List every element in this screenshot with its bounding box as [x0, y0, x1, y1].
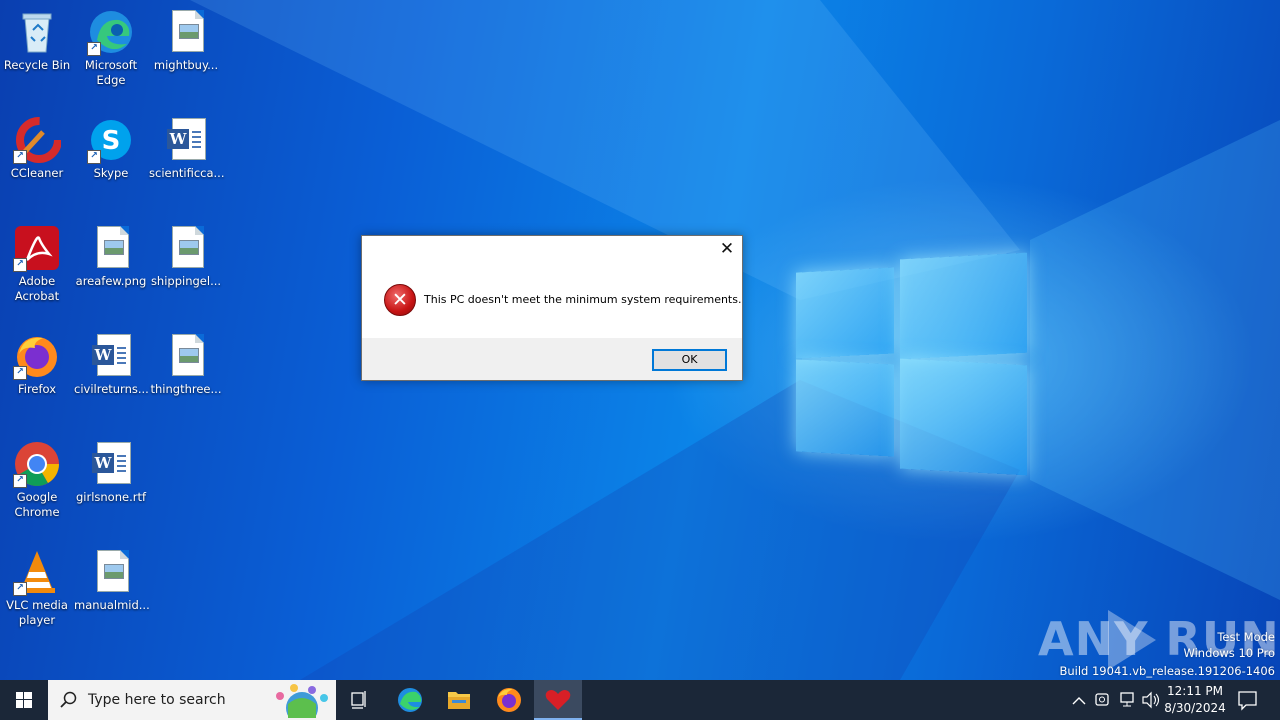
shortcut-arrow-icon: ↗	[13, 366, 27, 380]
tray-volume-button[interactable]	[1140, 680, 1162, 720]
desktop-icon-microsoft-edge[interactable]: ↗ Microsoft Edge	[74, 4, 148, 88]
desktop-icon-scientificca[interactable]: W scientificca...	[149, 112, 225, 181]
desktop-icon-label: Microsoft Edge	[84, 58, 138, 87]
close-button[interactable]: ✕	[716, 238, 738, 260]
file-explorer-icon	[448, 692, 470, 709]
taskbar-file-explorer-button[interactable]	[435, 680, 483, 720]
error-icon: ✕	[384, 284, 416, 316]
taskbar: Type here to search 12:11 PM 8/30/2024	[0, 680, 1280, 720]
ok-button[interactable]: OK	[652, 349, 727, 371]
desktop-icon-label: Firefox	[17, 382, 57, 396]
search-highlight-icon	[276, 684, 328, 718]
image-file-icon	[87, 224, 135, 272]
firefox-icon: ↗	[13, 332, 61, 380]
desktop-icon-mightbuy[interactable]: mightbuy...	[149, 4, 223, 73]
search-icon	[60, 691, 77, 708]
build-label: Build 19041.vb_release.191206-1406	[1059, 664, 1275, 678]
desktop-icon-areafew[interactable]: areafew.png	[74, 220, 148, 289]
shortcut-arrow-icon: ↗	[87, 42, 101, 56]
desktop-icon-label: shippingel...	[150, 274, 222, 288]
desktop-icon-label: Recycle Bin	[3, 58, 71, 72]
desktop-icon-manualmid[interactable]: manualmid...	[74, 544, 150, 613]
network-icon	[1120, 692, 1134, 707]
image-file-icon	[162, 8, 210, 56]
desktop-icon-label: Skype	[93, 166, 129, 180]
show-hidden-icons-button[interactable]	[1068, 680, 1090, 720]
clock-time[interactable]: 12:11 PM	[1160, 684, 1230, 698]
search-placeholder: Type here to search	[88, 692, 226, 708]
desktop-icon-firefox[interactable]: ↗ Firefox	[0, 328, 74, 397]
image-file-icon	[162, 332, 210, 380]
search-box[interactable]: Type here to search	[48, 680, 336, 720]
task-view-button[interactable]	[336, 680, 384, 720]
image-file-icon	[87, 548, 135, 596]
shortcut-arrow-icon: ↗	[87, 150, 101, 164]
desktop-icon-label: manualmid...	[74, 598, 150, 612]
desktop-icon-google-chrome[interactable]: ↗ Google Chrome	[0, 436, 74, 520]
action-center-button[interactable]	[1232, 680, 1280, 720]
edge-icon: ↗	[87, 8, 135, 56]
word-document-icon: W	[87, 440, 135, 488]
shortcut-arrow-icon: ↗	[13, 150, 27, 164]
word-document-icon: W	[87, 332, 135, 380]
test-mode-label: Test Mode	[1217, 630, 1275, 644]
desktop-icon-vlc[interactable]: ↗ VLC media player	[0, 544, 74, 628]
desktop-icon-label: areafew.png	[75, 274, 147, 288]
desktop-icon-adobe-acrobat[interactable]: ↗ Adobe Acrobat	[0, 220, 74, 304]
task-view-icon	[351, 691, 366, 709]
desktop-icon-ccleaner[interactable]: ↗ CCleaner	[0, 112, 74, 181]
recycle-bin-icon	[13, 8, 61, 56]
acrobat-icon: ↗	[13, 224, 61, 272]
desktop-icon-recycle-bin[interactable]: Recycle Bin	[0, 4, 74, 73]
taskbar-active-app-button[interactable]	[534, 680, 582, 720]
tray-network-button[interactable]	[1116, 680, 1138, 720]
desktop-icon-thingthree[interactable]: thingthree...	[149, 328, 223, 397]
shortcut-arrow-icon: ↗	[13, 258, 27, 272]
desktop-icon-label: scientificca...	[149, 166, 225, 180]
ccleaner-icon: ↗	[13, 116, 62, 164]
tray-meet-now-button[interactable]	[1092, 680, 1114, 720]
edge-icon	[398, 688, 422, 712]
clock-date[interactable]: 8/30/2024	[1160, 701, 1230, 715]
desktop-icon-label: mightbuy...	[153, 58, 219, 72]
firefox-icon	[497, 688, 521, 712]
chrome-icon: ↗	[13, 440, 61, 488]
windows-logo-wallpaper	[796, 240, 1028, 480]
windows-start-icon	[16, 692, 32, 708]
heart-app-icon	[545, 690, 571, 710]
shortcut-arrow-icon: ↗	[13, 582, 27, 596]
desktop: Recycle Bin ↗ CCleaner ↗ Adobe Acrobat ↗…	[0, 0, 1280, 680]
desktop-icon-girlsnone[interactable]: W girlsnone.rtf	[74, 436, 148, 505]
notification-icon	[1238, 691, 1257, 711]
desktop-icon-label: Google Chrome	[14, 490, 60, 519]
speaker-icon	[1142, 691, 1160, 709]
desktop-icon-label: VLC media player	[6, 598, 68, 627]
taskbar-firefox-button[interactable]	[485, 680, 533, 720]
desktop-icon-label: CCleaner	[10, 166, 64, 180]
camera-tray-icon	[1095, 693, 1109, 706]
desktop-icon-label: thingthree...	[150, 382, 222, 396]
svg-text:S: S	[102, 126, 121, 156]
dialog-footer: OK	[362, 338, 742, 380]
desktop-icon-skype[interactable]: S ↗ Skype	[74, 112, 148, 181]
desktop-icon-label: Adobe Acrobat	[14, 274, 60, 303]
windows-edition-label: Windows 10 Pro	[1183, 646, 1275, 660]
desktop-icon-shippingel[interactable]: shippingel...	[149, 220, 223, 289]
dialog-message: This PC doesn't meet the minimum system …	[424, 293, 742, 306]
chevron-up-icon	[1072, 697, 1086, 705]
taskbar-edge-button[interactable]	[386, 680, 434, 720]
image-file-icon	[162, 224, 210, 272]
desktop-icon-label: girlsnone.rtf	[75, 490, 147, 504]
skype-icon: S ↗	[87, 116, 135, 164]
word-document-icon: W	[162, 116, 210, 164]
start-button[interactable]	[0, 680, 48, 720]
desktop-icon-label: civilreturns...	[74, 382, 149, 396]
vlc-icon: ↗	[13, 548, 61, 596]
shortcut-arrow-icon: ↗	[13, 474, 27, 488]
desktop-icon-civilreturns[interactable]: W civilreturns...	[74, 328, 149, 397]
error-dialog: ✕ ✕ This PC doesn't meet the minimum sys…	[361, 235, 743, 381]
